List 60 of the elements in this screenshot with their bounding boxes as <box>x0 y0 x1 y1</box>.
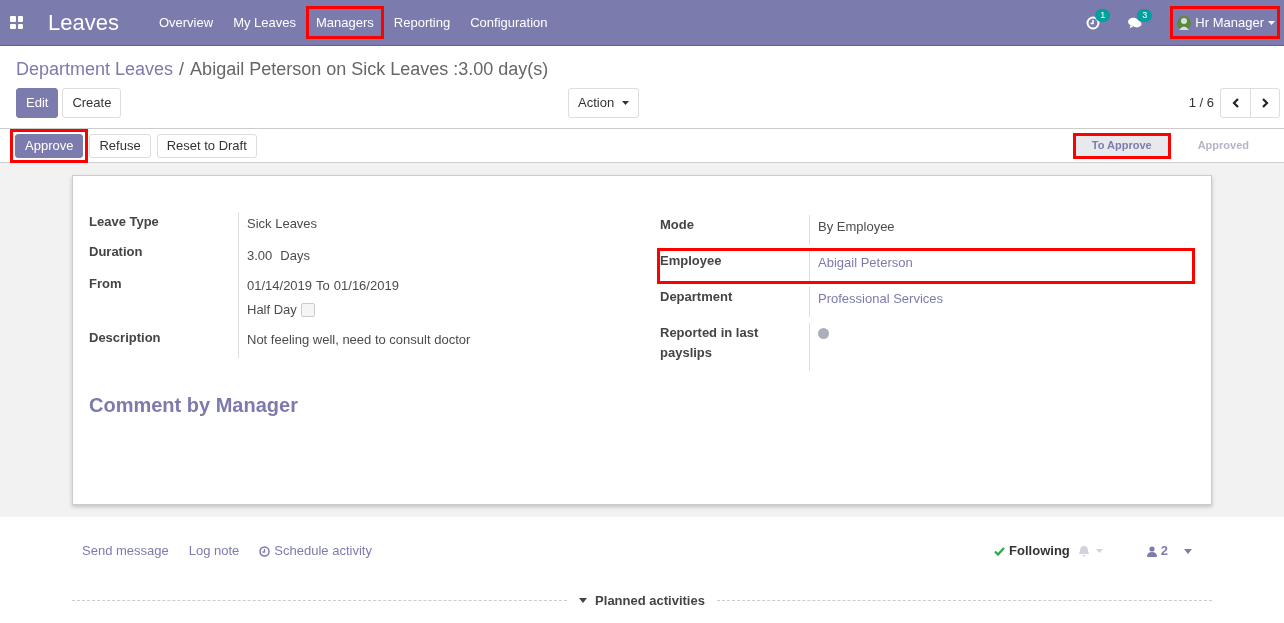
schedule-activity-link[interactable]: Schedule activity <box>259 541 372 561</box>
menu-item[interactable]: Managers <box>306 5 384 40</box>
chevron-left-icon <box>1231 98 1240 108</box>
date-value: 01/14/2019 <box>247 277 313 295</box>
checkbox-label: Half Day <box>247 301 297 319</box>
send-message-link[interactable]: Send message <box>82 541 169 561</box>
person-icon <box>1146 545 1157 557</box>
status-stage[interactable]: To Approve <box>1072 132 1171 159</box>
field-link[interactable]: Professional Services <box>818 289 943 309</box>
count-badge: 3 <box>1137 8 1153 22</box>
caret-icon <box>622 101 630 105</box>
followers-button[interactable]: 2 <box>1146 541 1192 561</box>
date-separator: To <box>316 277 330 295</box>
apps-menu-icon[interactable] <box>10 16 23 29</box>
field-label: Description <box>89 328 239 358</box>
field-value: Not feeling well, need to consult doctor <box>247 331 471 349</box>
date-value: 01/16/2019 <box>333 277 399 295</box>
field-value: 3.00 <box>247 247 273 265</box>
app-title: Leaves <box>48 9 119 37</box>
checkbox[interactable] <box>300 303 315 317</box>
field-label: Duration <box>89 242 239 274</box>
following-button[interactable]: Following <box>994 541 1070 561</box>
clock-icon[interactable] <box>1086 15 1101 30</box>
count-badge: 1 <box>1095 8 1111 22</box>
breadcrumb-link[interactable]: Department Leaves <box>16 55 174 83</box>
workflow-button[interactable]: Approve <box>15 133 84 158</box>
chevron-right-icon <box>1261 98 1269 108</box>
field-value: Sick Leaves <box>247 215 318 233</box>
caret-icon <box>1184 548 1192 554</box>
edit-button[interactable]: Edit <box>16 88 59 118</box>
action-dropdown[interactable]: Action <box>568 88 640 118</box>
check-icon <box>994 546 1006 556</box>
menu-item[interactable]: Configuration <box>460 5 558 40</box>
caret-icon <box>1268 20 1275 25</box>
field-label: Employee <box>660 251 810 281</box>
breadcrumb-current: Abigail Peterson on Sick Leaves :3.00 day(s) <box>190 57 549 81</box>
field-label: Reported in last payslips <box>660 323 810 371</box>
menu-item[interactable]: My Leaves <box>223 5 306 40</box>
create-button[interactable]: Create <box>62 88 122 118</box>
caret-icon <box>579 598 588 604</box>
user-menu[interactable]: Hr Manager <box>1170 5 1280 40</box>
workflow-button[interactable]: Reset to Draft <box>156 133 257 158</box>
log-note-link[interactable]: Log note <box>188 541 240 561</box>
avatar-icon <box>1177 14 1192 31</box>
clock-icon <box>259 545 271 557</box>
breadcrumb-separator: / <box>179 57 185 81</box>
planned-activities-toggle[interactable]: Planned activities <box>567 591 717 611</box>
unit-label: Days <box>280 247 310 265</box>
pager-value: 1 / 6 <box>1188 94 1214 113</box>
field-label: From <box>89 274 239 328</box>
field-label: Department <box>660 287 810 317</box>
workflow-button[interactable]: Refuse <box>89 133 151 158</box>
field-label: Leave Type <box>89 212 239 242</box>
field-label: Mode <box>660 215 810 245</box>
field-link[interactable]: Abigail Peterson <box>818 253 913 273</box>
menu-item[interactable]: Overview <box>148 5 224 40</box>
menu-item[interactable]: Reporting <box>383 5 461 40</box>
field-value: By Employee <box>818 218 895 236</box>
chat-icon[interactable] <box>1128 15 1143 30</box>
section-heading: Comment by Manager <box>89 393 299 418</box>
